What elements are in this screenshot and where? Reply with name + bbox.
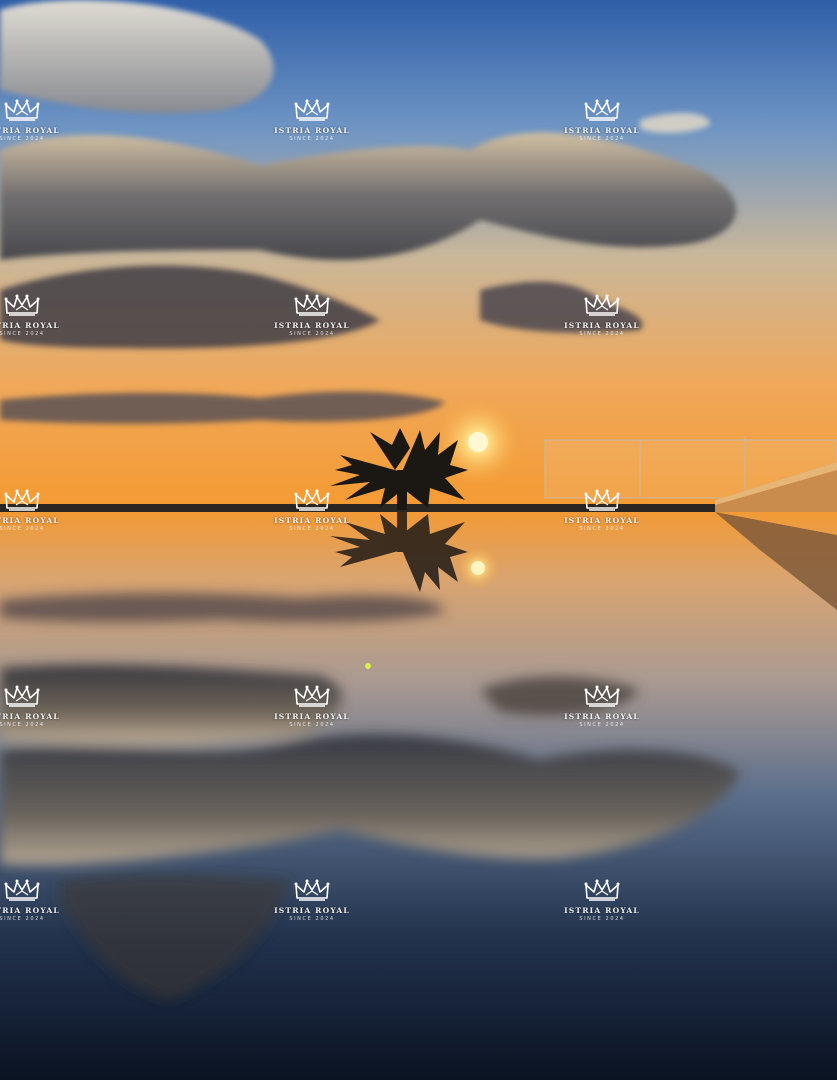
sunset-photo: [0, 0, 837, 1080]
